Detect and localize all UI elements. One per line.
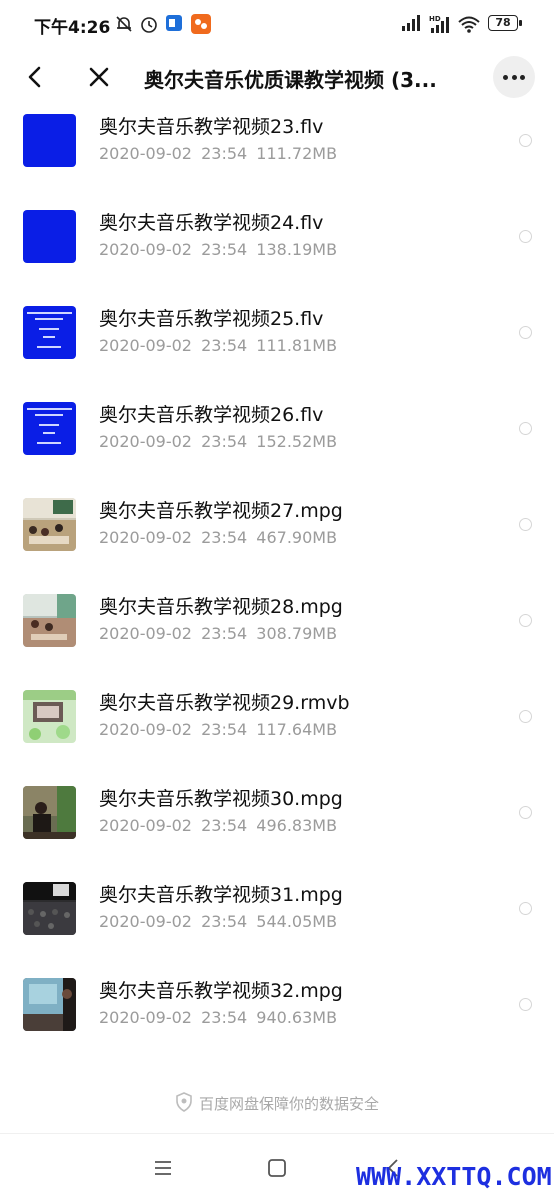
back-arrow-icon[interactable] xyxy=(22,62,48,92)
list-item[interactable]: 奥尔夫音乐教学视频24.flv 2020-09-02 23:54 138.19M… xyxy=(0,188,554,284)
file-meta: 2020-09-02 23:54 152.52MB xyxy=(99,432,338,451)
file-name: 奥尔夫音乐教学视频31.mpg xyxy=(99,884,343,906)
wifi-icon xyxy=(458,16,480,33)
select-radio[interactable] xyxy=(519,710,532,723)
svg-text:HD: HD xyxy=(429,15,441,23)
file-name: 奥尔夫音乐教学视频26.flv xyxy=(99,404,324,426)
file-meta: 2020-09-02 23:54 138.19MB xyxy=(99,240,338,259)
list-item[interactable]: 奥尔夫音乐教学视频25.flv 2020-09-02 23:54 111.81M… xyxy=(0,284,554,380)
video-thumbnail xyxy=(23,114,76,167)
security-note-text: 百度网盘保障你的数据安全 xyxy=(198,1095,379,1113)
file-meta: 2020-09-02 23:54 940.63MB xyxy=(99,1008,338,1027)
file-name: 奥尔夫音乐教学视频23.flv xyxy=(99,116,324,138)
file-meta: 2020-09-02 23:54 111.81MB xyxy=(99,336,338,355)
list-item[interactable]: 奥尔夫音乐教学视频31.mpg 2020-09-02 23:54 544.05M… xyxy=(0,860,554,956)
file-name: 奥尔夫音乐教学视频32.mpg xyxy=(99,980,343,1002)
select-radio[interactable] xyxy=(519,134,532,147)
file-name: 奥尔夫音乐教学视频30.mpg xyxy=(99,788,343,810)
watermark-text: WWW.XXTTQ.COM xyxy=(356,1162,552,1191)
video-thumbnail xyxy=(23,978,76,1031)
battery-icon: 78 xyxy=(488,15,522,31)
file-meta: 2020-09-02 23:54 111.72MB xyxy=(99,144,338,163)
file-name: 奥尔夫音乐教学视频25.flv xyxy=(99,308,324,330)
home-square-icon[interactable] xyxy=(265,1156,289,1180)
signal-icon xyxy=(402,15,420,31)
list-item[interactable]: 奥尔夫音乐教学视频26.flv 2020-09-02 23:54 152.52M… xyxy=(0,380,554,476)
status-bar: 下午4:26 HD 78 xyxy=(0,0,554,46)
mute-bell-icon xyxy=(116,16,132,32)
select-radio[interactable] xyxy=(519,230,532,243)
video-thumbnail xyxy=(23,882,76,935)
more-icon xyxy=(503,75,508,80)
list-item[interactable]: 奥尔夫音乐教学视频32.mpg 2020-09-02 23:54 940.63M… xyxy=(0,956,554,1052)
file-name: 奥尔夫音乐教学视频24.flv xyxy=(99,212,324,234)
select-radio[interactable] xyxy=(519,326,532,339)
list-item[interactable]: 奥尔夫音乐教学视频29.rmvb 2020-09-02 23:54 117.64… xyxy=(0,668,554,764)
menu-icon[interactable] xyxy=(151,1156,175,1180)
close-icon[interactable] xyxy=(86,62,112,92)
file-meta: 2020-09-02 23:54 117.64MB xyxy=(99,720,338,739)
alarm-icon xyxy=(141,17,157,33)
select-radio[interactable] xyxy=(519,806,532,819)
video-thumbnail xyxy=(23,690,76,743)
file-name: 奥尔夫音乐教学视频29.rmvb xyxy=(99,692,350,714)
list-item[interactable]: 奥尔夫音乐教学视频28.mpg 2020-09-02 23:54 308.79M… xyxy=(0,572,554,668)
list-item[interactable]: 奥尔夫音乐教学视频30.mpg 2020-09-02 23:54 496.83M… xyxy=(0,764,554,860)
video-thumbnail xyxy=(23,402,76,455)
security-note: 百度网盘保障你的数据安全 xyxy=(0,1092,554,1114)
file-meta: 2020-09-02 23:54 467.90MB xyxy=(99,528,338,547)
file-meta: 2020-09-02 23:54 544.05MB xyxy=(99,912,338,931)
video-thumbnail xyxy=(23,306,76,359)
select-radio[interactable] xyxy=(519,998,532,1011)
select-radio[interactable] xyxy=(519,614,532,627)
list-item[interactable]: 奥尔夫音乐教学视频23.flv 2020-09-02 23:54 111.72M… xyxy=(0,92,554,188)
list-item[interactable]: 奥尔夫音乐教学视频27.mpg 2020-09-02 23:54 467.90M… xyxy=(0,476,554,572)
app-icon-blue xyxy=(166,15,182,31)
file-meta: 2020-09-02 23:54 496.83MB xyxy=(99,816,338,835)
battery-level: 78 xyxy=(495,16,511,29)
app-icon-orange xyxy=(191,14,211,34)
video-thumbnail xyxy=(23,786,76,839)
video-thumbnail xyxy=(23,210,76,263)
shield-icon xyxy=(176,1092,192,1112)
select-radio[interactable] xyxy=(519,422,532,435)
hd-signal-icon: HD xyxy=(429,15,449,33)
file-name: 奥尔夫音乐教学视频27.mpg xyxy=(99,500,343,522)
select-radio[interactable] xyxy=(519,518,532,531)
file-name: 奥尔夫音乐教学视频28.mpg xyxy=(99,596,343,618)
video-thumbnail xyxy=(23,498,76,551)
page-title: 奥尔夫音乐优质课教学视频 (3... xyxy=(144,68,437,92)
file-meta: 2020-09-02 23:54 308.79MB xyxy=(99,624,338,643)
status-time: 下午4:26 xyxy=(34,18,111,38)
select-radio[interactable] xyxy=(519,902,532,915)
video-thumbnail xyxy=(23,594,76,647)
